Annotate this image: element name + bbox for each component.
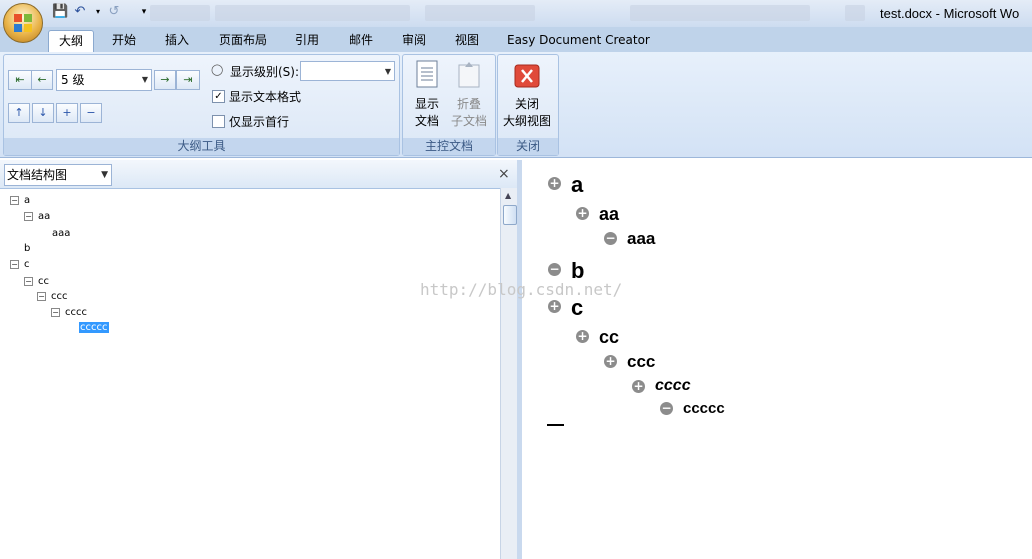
outline-item-ccccc[interactable]: ccccc (683, 400, 725, 417)
tree-collapse-icon[interactable]: − (10, 260, 19, 269)
collapse-subdocument-icon (458, 62, 480, 88)
collapse-button[interactable]: − (80, 103, 102, 123)
tab-page-layout[interactable]: 页面布局 (217, 30, 269, 52)
tree-item-cccc[interactable]: cccc (65, 307, 87, 318)
tree-item-ccc[interactable]: ccc (51, 291, 68, 302)
expand-plus-icon[interactable]: + (548, 300, 561, 313)
show-first-line-checkbox[interactable] (212, 115, 225, 128)
collapse-minus-icon[interactable]: − (604, 232, 617, 245)
tab-review[interactable]: 审阅 (400, 30, 428, 52)
outline-item-cccc[interactable]: cccc (655, 377, 691, 395)
outline-item-a[interactable]: a (571, 172, 583, 198)
expand-plus-icon[interactable]: + (632, 380, 645, 393)
expand-button[interactable]: + (56, 103, 78, 123)
close-label-1: 关闭 (514, 97, 539, 111)
demote-button[interactable]: → (154, 70, 176, 90)
undo-dropdown-icon[interactable]: ▾ (90, 4, 106, 20)
tab-home[interactable]: 开始 (110, 30, 138, 52)
background-window (425, 5, 535, 21)
close-pane-icon[interactable]: × (498, 166, 510, 182)
promote-to-heading1-button[interactable]: ⇤ (8, 70, 32, 90)
scrollbar-thumb[interactable] (503, 205, 517, 225)
outline-level-value: 5 级 (61, 73, 85, 87)
move-down-button[interactable]: ↓ (32, 103, 54, 123)
expand-plus-icon[interactable]: + (576, 330, 589, 343)
close-outline-view-button[interactable]: 关闭 大纲视图 (500, 58, 554, 132)
show-document-label-2: 文档 (414, 114, 439, 128)
view-select-value: 文档结构图 (7, 168, 68, 182)
collapse-subdocuments-button[interactable]: 折叠 子文档 (448, 58, 490, 132)
expand-plus-icon[interactable]: + (548, 177, 561, 190)
document-icon (416, 60, 438, 88)
tree-collapse-icon[interactable]: − (24, 212, 33, 221)
demote-to-body-button[interactable]: ⇥ (176, 70, 200, 90)
document-map-scrollbar[interactable]: ▲ (500, 188, 518, 559)
show-document-button[interactable]: 显示 文档 (410, 58, 444, 132)
outline-item-aa[interactable]: aa (599, 204, 619, 225)
redo-icon[interactable]: ↺ (106, 4, 122, 20)
tree-item-c[interactable]: c (24, 259, 30, 270)
tree-item-ccccc-selected[interactable]: ccccc (79, 322, 109, 333)
move-up-button[interactable]: ↑ (8, 103, 30, 123)
show-level-icon: ◯ (211, 63, 224, 76)
show-first-line-label: 仅显示首行 (229, 115, 290, 129)
tab-insert[interactable]: 插入 (163, 30, 191, 52)
collapse-minus-icon[interactable]: − (660, 402, 673, 415)
outline-item-aaa[interactable]: aaa (627, 229, 655, 249)
show-text-format-checkbox[interactable]: ✓ (212, 90, 225, 103)
show-document-label-1: 显示 (414, 97, 439, 111)
group-label: 主控文档 (403, 138, 495, 155)
group-label: 关闭 (498, 138, 558, 155)
outline-item-cc[interactable]: cc (599, 327, 619, 348)
tree-item-aa[interactable]: aa (38, 211, 50, 222)
undo-icon[interactable]: ↶ (72, 4, 88, 20)
outline-level-dropdown[interactable]: 5 级 ▼ (56, 69, 152, 91)
end-of-document-marker (547, 424, 564, 426)
show-level-label: 显示级别(S): (230, 65, 300, 79)
collapse-label-1: 折叠 (456, 97, 481, 111)
expand-plus-icon[interactable]: + (576, 207, 589, 220)
tab-mailings[interactable]: 邮件 (347, 30, 375, 52)
watermark: http://blog.csdn.net/ (420, 280, 623, 299)
show-level-dropdown[interactable]: ▼ (300, 61, 395, 81)
tree-collapse-icon[interactable]: − (24, 277, 33, 286)
tree-collapse-icon[interactable]: − (10, 196, 19, 205)
collapse-minus-icon[interactable]: − (548, 263, 561, 276)
outline-item-ccc[interactable]: ccc (627, 352, 655, 372)
background-window (845, 5, 865, 21)
window-title: test.docx - Microsoft Wo (880, 6, 1020, 21)
document-map-view-select[interactable]: 文档结构图 ▼ (4, 164, 112, 186)
title-bar: 💾 ↶ ▾ ↺ ▾ test.docx - Microsoft Wo (0, 0, 1032, 27)
tree-collapse-icon[interactable]: − (51, 308, 60, 317)
tab-outline[interactable]: 大纲 (48, 30, 95, 53)
tree-collapse-icon[interactable]: − (37, 292, 46, 301)
outline-item-c[interactable]: c (571, 295, 583, 321)
tree-item-a[interactable]: a (24, 195, 30, 206)
tree-item-cc[interactable]: cc (38, 276, 49, 287)
scroll-up-icon[interactable]: ▲ (505, 191, 511, 200)
show-text-format-label: 显示文本格式 (229, 90, 302, 104)
chevron-down-icon: ▼ (384, 67, 391, 76)
promote-button[interactable]: ← (31, 70, 53, 90)
background-window (150, 5, 210, 21)
tab-references[interactable]: 引用 (293, 30, 321, 52)
tab-easy-document-creator[interactable]: Easy Document Creator (505, 30, 652, 52)
group-label: 大纲工具 (4, 138, 399, 155)
close-label-2: 大纲视图 (502, 114, 551, 128)
tree-item-aaa[interactable]: aaa (52, 228, 70, 239)
expand-plus-icon[interactable]: + (604, 355, 617, 368)
background-window (630, 5, 810, 21)
chevron-down-icon: ▼ (101, 170, 108, 180)
outline-item-b[interactable]: b (571, 258, 584, 284)
office-logo-icon (14, 14, 32, 32)
save-icon[interactable]: 💾 (52, 4, 68, 20)
document-map-pane (0, 160, 501, 559)
chevron-down-icon: ▼ (141, 75, 148, 84)
background-window (215, 5, 410, 21)
office-button[interactable] (3, 3, 43, 43)
tree-item-b[interactable]: b (24, 243, 30, 254)
tab-view[interactable]: 视图 (453, 30, 481, 52)
collapse-label-2: 子文档 (450, 114, 487, 128)
close-icon (514, 64, 540, 88)
